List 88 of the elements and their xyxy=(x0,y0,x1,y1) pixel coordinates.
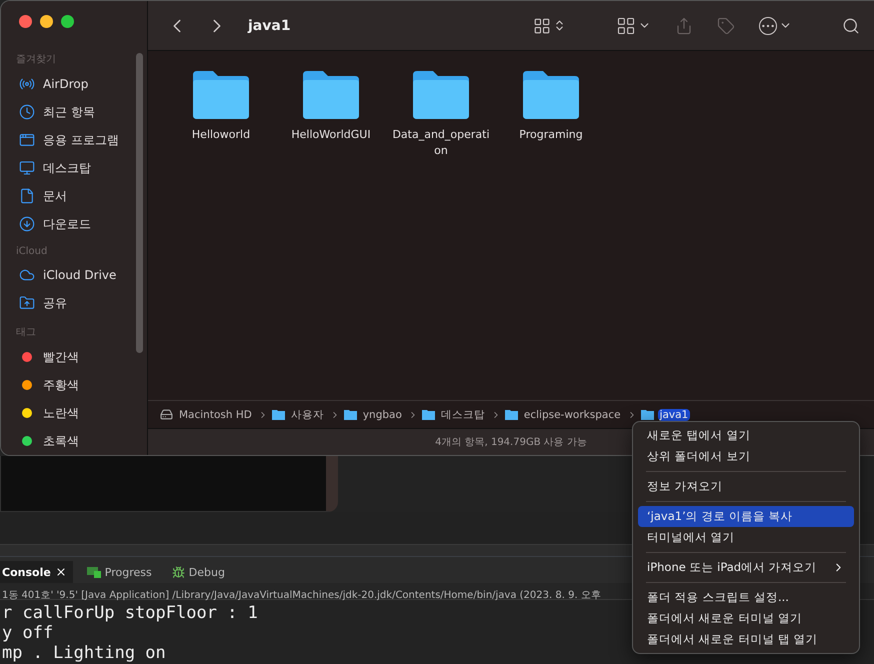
folder-icon xyxy=(301,69,361,121)
broadcast-icon xyxy=(19,76,35,92)
cloud-icon xyxy=(19,267,35,283)
window-title: java1 xyxy=(248,18,292,34)
folder-name: Helloworld xyxy=(190,127,252,143)
folder-item[interactable]: Data_and_operati on xyxy=(386,69,496,159)
sidebar-item[interactable]: 초록색 xyxy=(1,427,147,455)
sidebar-item[interactable]: 응용 프로그램 xyxy=(1,126,147,154)
grid-icon xyxy=(533,16,551,34)
scrollbar[interactable] xyxy=(136,53,143,353)
minimize-button[interactable] xyxy=(40,15,53,28)
console-line: y off xyxy=(2,623,54,643)
path-item[interactable]: 사용자 xyxy=(288,408,326,422)
path-item[interactable]: eclipse-workspace xyxy=(522,408,623,420)
console-line: r callForUp stopFloor : 1 xyxy=(2,603,258,623)
path-item[interactable]: java1 xyxy=(658,408,690,420)
menu-item[interactable]: 새로운 탭에서 열기 xyxy=(638,425,854,446)
sidebar-item[interactable]: 최근 항목 xyxy=(1,98,147,126)
close-button[interactable] xyxy=(19,15,32,28)
ellipsis-icon xyxy=(759,16,777,34)
progress-icon xyxy=(86,566,101,578)
sidebar-item[interactable]: iCloud Drive xyxy=(1,261,147,289)
sidebar-label: 다운로드 xyxy=(43,216,91,232)
menu-item[interactable]: 정보 가져오기 xyxy=(638,476,854,497)
menu-item[interactable]: 터미널에서 열기 xyxy=(638,527,854,548)
path-item[interactable]: Macintosh HD xyxy=(177,408,254,420)
sidebar-item[interactable]: 빨간색 xyxy=(1,343,147,371)
download-icon xyxy=(19,216,35,232)
menu-item[interactable]: ‘java1’의 경로 이름을 복사 xyxy=(638,506,854,527)
console-tab[interactable]: Progress xyxy=(76,561,158,583)
sidebar-label: 주황색 xyxy=(43,376,79,394)
folder-name: HelloWorldGUI xyxy=(290,127,372,143)
sidebar-item[interactable]: AirDrop xyxy=(1,70,147,98)
sidebar-label: 공유 xyxy=(43,294,67,312)
bug-icon xyxy=(172,566,185,578)
sidebar-item[interactable]: 문서 xyxy=(1,182,147,210)
sidebar-item[interactable]: 다운로드 xyxy=(1,210,147,238)
group-switcher[interactable] xyxy=(616,16,651,36)
clock-icon xyxy=(19,104,35,120)
monitor-icon xyxy=(19,160,35,176)
document-icon xyxy=(19,188,35,204)
menu-item[interactable]: 폴더에서 새로운 터미널 탭 열기 xyxy=(638,629,854,650)
menu-item[interactable]: iPhone 또는 iPad에서 가져오기 xyxy=(638,557,854,578)
folder-item[interactable]: HelloWorldGUI xyxy=(276,69,386,143)
close-icon[interactable] xyxy=(54,566,67,578)
sidebar-heading: iCloud xyxy=(15,245,48,259)
sidebar-item[interactable]: 주황색 xyxy=(1,371,147,399)
folder-name: Programing xyxy=(518,127,584,143)
sidebar-heading: 태그 xyxy=(15,326,37,340)
app-window-icon xyxy=(19,132,35,148)
menu-item[interactable]: 폴더에서 새로운 터미널 열기 xyxy=(638,608,854,629)
folder-icon xyxy=(422,409,435,420)
sidebar-label: 응용 프로그램 xyxy=(43,132,119,148)
shared-folder-icon xyxy=(19,295,35,311)
zoom-button[interactable] xyxy=(61,15,74,28)
path-item[interactable]: 데스크탑 xyxy=(438,408,487,422)
folder-icon xyxy=(272,409,285,420)
search-icon[interactable] xyxy=(842,16,860,34)
grid-icon xyxy=(616,16,636,36)
folder-icon xyxy=(344,409,357,420)
sidebar-label: 데스크탑 xyxy=(43,160,91,176)
folder-name: Data_and_operati on xyxy=(391,127,491,159)
sidebar-item[interactable]: 노란색 xyxy=(1,399,147,427)
menu-item[interactable]: 폴더 적용 스크립트 설정... xyxy=(638,587,854,608)
folder-icon xyxy=(521,69,581,121)
sidebar-item[interactable]: 데스크탑 xyxy=(1,154,147,182)
console-tab[interactable]: Debug xyxy=(162,561,231,583)
sidebar-heading: 즐겨찾기 xyxy=(15,53,57,67)
sidebar-item[interactable]: 공유 xyxy=(1,289,147,317)
launch-info: 1동 401호' '9.5' [Java Application] /Library/Java/JavaVirtualMachines/jdk-20.jdk/Contents/Home/bin/java (2023. 8. 9. 오후 xyxy=(2,590,601,601)
path-item[interactable]: yngbao xyxy=(360,408,404,420)
tag-icon[interactable] xyxy=(717,16,735,34)
sidebar-label: AirDrop xyxy=(43,77,88,91)
folder-item[interactable]: Helloworld xyxy=(166,69,276,143)
share-icon[interactable] xyxy=(675,16,693,34)
folder-item[interactable]: Programing xyxy=(496,69,606,143)
folder-icon xyxy=(191,69,251,121)
more-actions[interactable] xyxy=(759,16,792,34)
console-line: mp . Lighting on xyxy=(2,643,166,663)
sidebar-label: 초록색 xyxy=(43,432,79,450)
sidebar-label: 빨간색 xyxy=(43,348,79,366)
sidebar-label: 문서 xyxy=(43,188,67,204)
console-tab[interactable]: Console xyxy=(0,561,73,583)
folder-icon xyxy=(411,69,471,121)
folder-icon xyxy=(504,409,518,420)
sidebar-label: 최근 항목 xyxy=(43,104,95,120)
sidebar-label: 노란색 xyxy=(43,404,79,422)
sidebar-label: iCloud Drive xyxy=(43,268,116,282)
